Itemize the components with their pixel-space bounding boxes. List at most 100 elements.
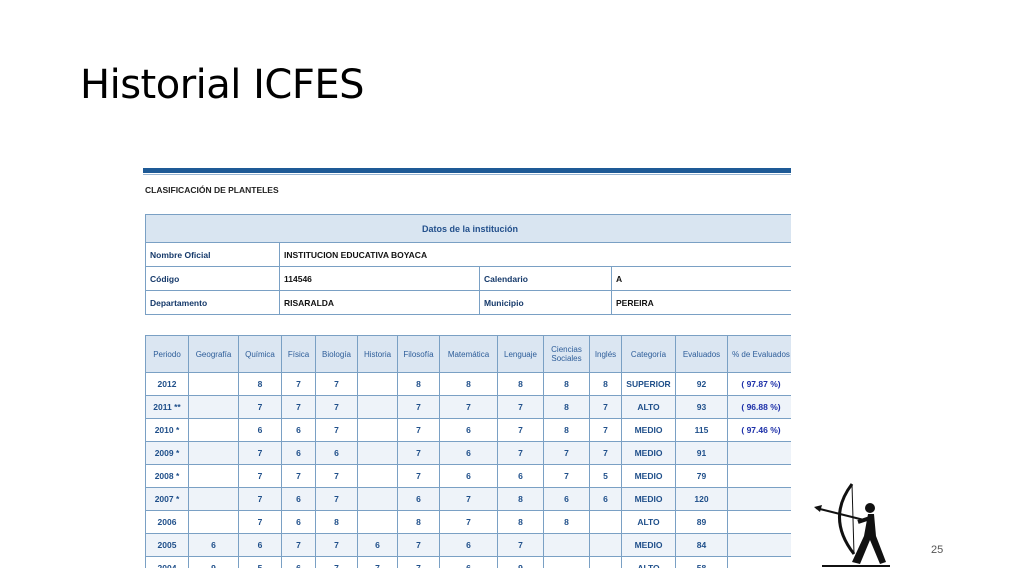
table-cell: 120 <box>675 487 728 511</box>
table-cell: 58 <box>675 556 728 568</box>
table-row: 2009 * 7 6 6 7 6 7 7 7 MEDIO 91 <box>145 441 791 465</box>
table-cell: 8 <box>543 510 590 534</box>
table-cell <box>543 556 590 568</box>
code-value: 114546 <box>279 266 480 291</box>
archer-icon <box>814 483 890 567</box>
table-cell: 8 <box>315 510 358 534</box>
table-cell: 7 <box>589 395 622 419</box>
table-cell: 6 <box>543 487 590 511</box>
table-cell: 91 <box>675 441 728 465</box>
table-cell: 2008 * <box>145 464 189 488</box>
table-cell: 6 <box>439 533 498 557</box>
column-header: % de Evaluados <box>727 335 791 373</box>
table-cell: 7 <box>238 395 282 419</box>
table-cell <box>357 487 398 511</box>
table-cell: ALTO <box>621 556 676 568</box>
table-cell: 6 <box>281 418 316 442</box>
table-cell <box>727 510 791 534</box>
history-table: Periodo Geografía Química Física Biología His… <box>145 335 791 568</box>
institution-table: Datos de la institución Nombre Oficial I… <box>145 214 791 315</box>
table-cell: 7 <box>315 533 358 557</box>
table-cell: 2010 * <box>145 418 189 442</box>
table-cell: 2006 <box>145 510 189 534</box>
table-cell <box>188 510 239 534</box>
table-cell: ( 96.88 %) <box>727 395 791 419</box>
table-cell: MEDIO <box>621 487 676 511</box>
table-cell: 8 <box>397 510 440 534</box>
table-cell: 7 <box>543 464 590 488</box>
table-cell <box>188 487 239 511</box>
table-row: 2005 6 6 7 7 6 7 6 7 MEDIO 84 <box>145 533 791 557</box>
table-cell: 7 <box>315 487 358 511</box>
screenshot-panel: CLASIFICACIÓN DE PLANTELES Datos de la i… <box>141 166 791 568</box>
table-cell: 9 <box>497 556 544 568</box>
column-header: Historia <box>357 335 398 373</box>
table-cell: 8 <box>439 372 498 396</box>
column-header: Lenguaje <box>497 335 544 373</box>
table-cell: 8 <box>497 372 544 396</box>
table-cell: 6 <box>281 556 316 568</box>
table-row: 2008 * 7 7 7 7 6 6 7 5 MEDIO 79 <box>145 464 791 488</box>
table-cell: 6 <box>589 487 622 511</box>
table-cell: 7 <box>543 441 590 465</box>
municipality-label: Municipio <box>479 290 612 315</box>
table-cell: 5 <box>589 464 622 488</box>
table-cell: 7 <box>281 395 316 419</box>
table-cell: SUPERIOR <box>621 372 676 396</box>
table-cell: 5 <box>238 556 282 568</box>
table-cell <box>357 441 398 465</box>
table-cell: 8 <box>497 510 544 534</box>
table-cell: 89 <box>675 510 728 534</box>
table-cell: ( 97.87 %) <box>727 372 791 396</box>
table-cell: 2011 ** <box>145 395 189 419</box>
table-cell <box>543 533 590 557</box>
table-cell: 7 <box>497 441 544 465</box>
table-cell <box>188 372 239 396</box>
table-cell: ALTO <box>621 510 676 534</box>
calendar-label: Calendario <box>479 266 612 291</box>
table-cell: MEDIO <box>621 441 676 465</box>
table-cell: 7 <box>397 441 440 465</box>
table-row: 2012 8 7 7 8 8 8 8 8 SUPERIOR 92( 97.87 %) <box>145 372 791 396</box>
table-cell: 7 <box>238 441 282 465</box>
table-cell: 6 <box>397 487 440 511</box>
table-cell: 6 <box>281 487 316 511</box>
table-cell <box>188 464 239 488</box>
table-cell <box>357 395 398 419</box>
table-cell <box>727 556 791 568</box>
department-value: RISARALDA <box>279 290 480 315</box>
table-cell: 6 <box>497 464 544 488</box>
table-cell: 7 <box>315 556 358 568</box>
department-label: Departamento <box>145 290 280 315</box>
table-cell: 7 <box>238 487 282 511</box>
table-cell <box>357 418 398 442</box>
column-header: Química <box>238 335 282 373</box>
top-bar-line <box>143 174 791 175</box>
table-cell <box>188 418 239 442</box>
table-cell: 92 <box>675 372 728 396</box>
slide-title: Historial ICFES <box>80 62 364 108</box>
table-cell: 6 <box>238 418 282 442</box>
table-cell: 6 <box>281 510 316 534</box>
table-cell: 7 <box>315 464 358 488</box>
table-cell: 115 <box>675 418 728 442</box>
table-cell: 8 <box>397 372 440 396</box>
table-cell: 7 <box>497 533 544 557</box>
table-cell: ALTO <box>621 395 676 419</box>
municipality-value: PEREIRA <box>611 290 791 315</box>
table-cell: 7 <box>357 556 398 568</box>
table-cell <box>589 533 622 557</box>
column-header: Geografía <box>188 335 239 373</box>
table-cell: 7 <box>497 418 544 442</box>
table-cell: 79 <box>675 464 728 488</box>
top-bar <box>143 168 791 173</box>
table-cell: 6 <box>188 533 239 557</box>
table-cell: 7 <box>439 510 498 534</box>
table-cell: 7 <box>238 510 282 534</box>
table-row: 2007 * 7 6 7 6 7 8 6 6 MEDIO 120 <box>145 487 791 511</box>
table-cell: MEDIO <box>621 418 676 442</box>
table-cell <box>357 510 398 534</box>
table-cell: 7 <box>281 464 316 488</box>
table-cell: 6 <box>439 464 498 488</box>
column-header: Biología <box>315 335 358 373</box>
